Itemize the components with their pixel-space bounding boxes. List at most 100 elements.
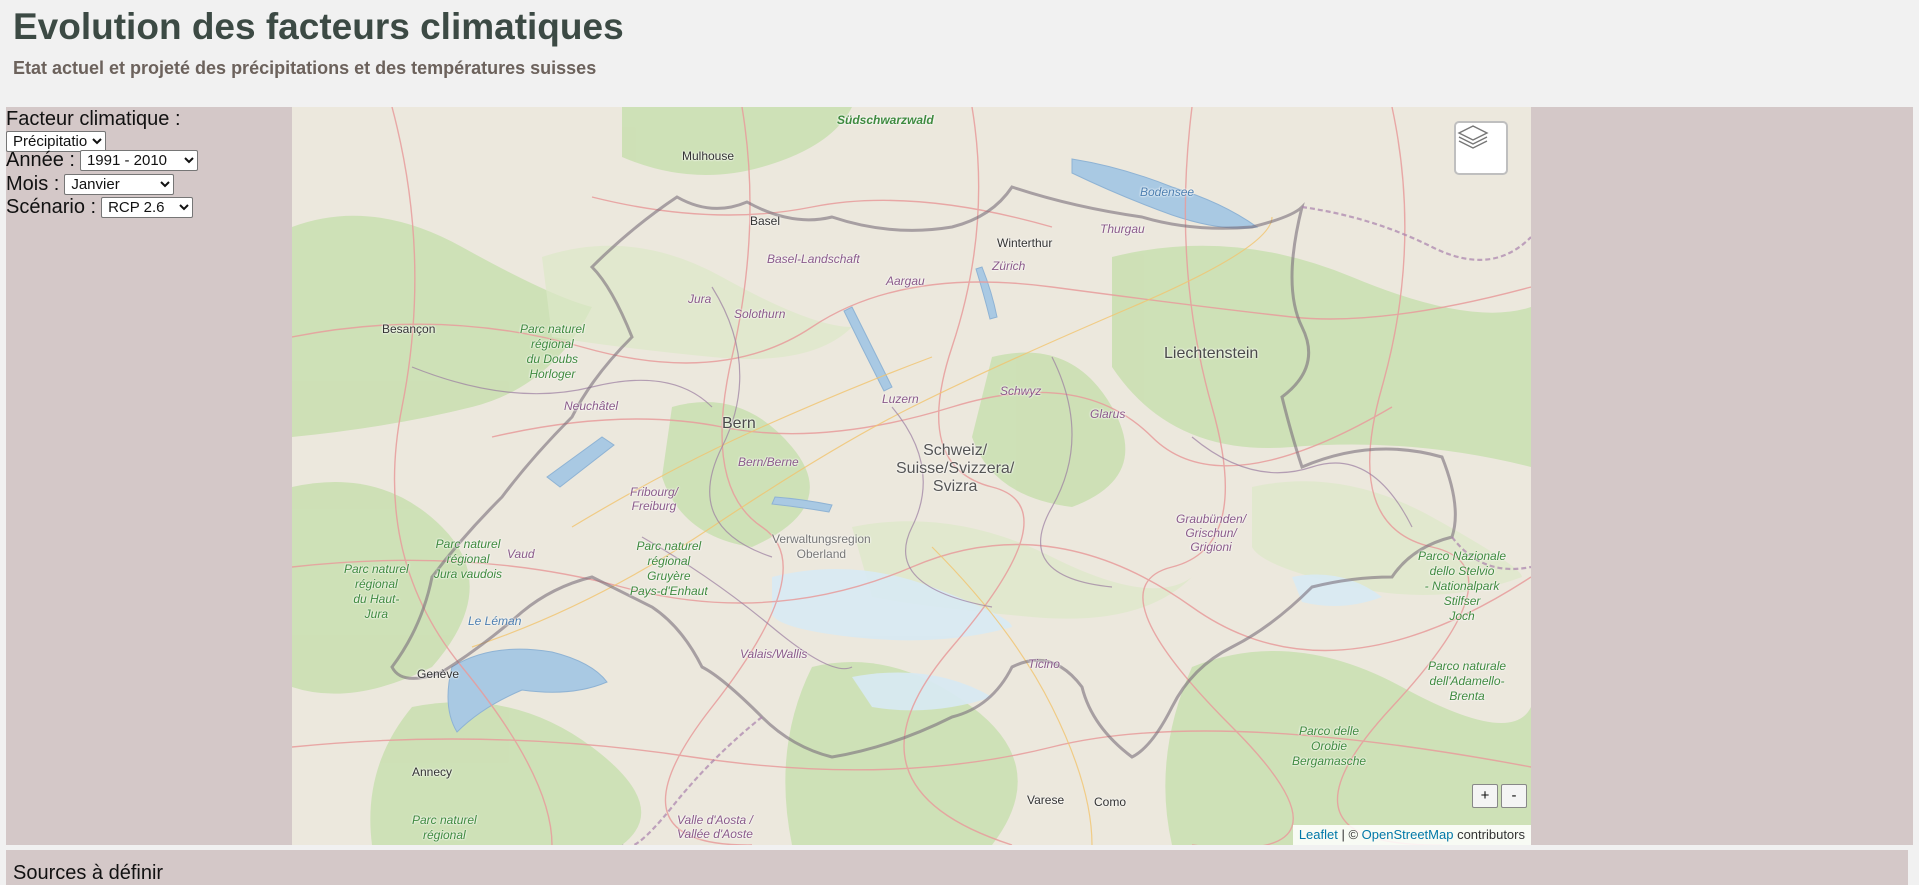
map-label-besancon: Besançon (382, 322, 436, 336)
page-title: Evolution des facteurs climatiques (13, 6, 624, 47)
map-view[interactable]: Südschwarzwald Mulhouse Basel Basel-Land… (292, 107, 1531, 845)
park-line: Joch (1449, 609, 1475, 623)
leaflet-link[interactable]: Leaflet (1299, 827, 1338, 842)
region-line: Grigioni (1190, 540, 1232, 554)
year-label: Année : (6, 148, 75, 171)
map-label-annecy-park: Parc naturel régional (412, 813, 477, 843)
year-select[interactable]: 1991 - 2010 (79, 149, 198, 171)
footer: Sources à définir (6, 850, 1908, 885)
map-label-bern: Bern (722, 415, 756, 432)
map-label-varese: Varese (1027, 793, 1065, 807)
region-line: Fribourg/ (630, 485, 679, 499)
map-label-graubunden: Graubünden/ Grischun/ Grigioni (1176, 512, 1246, 554)
park-line: Parco delle (1299, 724, 1360, 738)
page-subtitle: Etat actuel et projeté des précipitation… (13, 58, 597, 78)
map-label-mulhouse: Mulhouse (682, 149, 735, 163)
map-label-bern-berne: Bern/Berne (738, 455, 799, 469)
region-line: Graubünden/ (1176, 512, 1247, 526)
map-label-bodensee: Bodensee (1140, 185, 1195, 199)
map-label-winterthur: Winterthur (997, 236, 1053, 250)
region-line: Grischun/ (1185, 526, 1237, 540)
park-line: dell'Adamello- (1429, 674, 1505, 688)
scenario-label: Scénario : (6, 195, 97, 218)
park-line: Jura (364, 607, 389, 621)
page-header: Evolution des facteurs climatiques Etat … (0, 0, 1919, 105)
park-line: régional (355, 577, 398, 591)
main-panel: Facteur climatique : Précipitation Année… (6, 107, 1913, 845)
park-line: régional (647, 554, 691, 568)
park-line: du Doubs (526, 352, 579, 366)
park-line: Parc naturel (520, 322, 585, 336)
map-label-valais: Valais/Wallis (740, 647, 808, 661)
map-label-liechtenstein: Liechtenstein (1164, 345, 1259, 362)
park-line: - Nationalpark (1424, 579, 1500, 593)
factor-label: Facteur climatique : (6, 107, 181, 130)
map-label-zurich: Zürich (992, 259, 1026, 273)
park-line: Bergamasche (1292, 754, 1367, 768)
map-label-thurgau: Thurgau (1100, 222, 1145, 236)
park-line: Parc naturel (412, 813, 477, 827)
map-label-glarus: Glarus (1090, 407, 1126, 421)
park-line: Parco naturale (1428, 659, 1507, 673)
map-label-solothurn: Solothurn (734, 307, 786, 321)
map-label-luzern: Luzern (882, 392, 919, 406)
map-label-aargau: Aargau (886, 274, 925, 288)
map-label-como: Como (1094, 795, 1127, 809)
scenario-select[interactable]: RCP 2.6 (101, 196, 194, 218)
zoom-out-button[interactable]: - (1501, 784, 1527, 808)
map-label-le-leman: Le Léman (468, 614, 522, 628)
park-line: Orobie (1311, 739, 1348, 753)
map-label-sudschwarzwald: Südschwarzwald (837, 113, 934, 127)
layers-icon (1457, 125, 1489, 149)
map-label-aosta: Valle d'Aosta / Vallée d'Aoste (677, 813, 753, 841)
map-label-ticino: Ticino (1028, 657, 1060, 671)
map-label-geneve: Genève (417, 667, 460, 681)
park-line: Parco Nazionale (1418, 549, 1507, 563)
map-label-jura: Jura (688, 292, 712, 306)
park-line: régional (423, 828, 466, 842)
layers-control-button[interactable] (1454, 121, 1508, 175)
map-attribution: Leaflet | © OpenStreetMap contributors (1292, 825, 1531, 845)
sources-text: Sources à définir (13, 862, 164, 884)
map-label-doubs-park: Parc naturel régional du Doubs Horloger (520, 322, 585, 382)
park-line: Pays-d'Enhaut (630, 584, 708, 598)
park-line: Jura vaudois (434, 567, 503, 581)
map-label-oberland: Verwaltungsregion Oberland (772, 532, 871, 562)
region-line: Vallée d'Aoste (677, 827, 753, 841)
map-label-gruyere-park: Parc naturel régional Gruyère Pays-d'Enh… (630, 539, 708, 599)
map-label-fribourg: Fribourg/ Freiburg (630, 485, 678, 513)
map-label-stelvio-park: Parco Nazionale dello Stelvio - National… (1418, 549, 1506, 624)
region-line: Freiburg (631, 499, 677, 513)
attribution-separator: | © (1337, 827, 1362, 842)
country-line: Svizra (932, 478, 978, 495)
park-line: Parc naturel (344, 562, 409, 576)
map-label-vaud: Vaud (507, 547, 535, 561)
park-line: Stilfser (1443, 594, 1481, 608)
zoom-control: + - (1472, 784, 1527, 808)
park-line: Gruyère (647, 569, 691, 583)
park-line: Parc naturel (636, 539, 702, 553)
park-line: du Haut- (353, 592, 400, 606)
region-line: Oberland (796, 547, 847, 561)
map-label-basel: Basel (750, 214, 781, 228)
map-label-schwyz: Schwyz (1000, 384, 1042, 398)
park-line: Parc naturel (435, 537, 501, 551)
region-line: Valle d'Aosta / (677, 813, 753, 827)
month-label: Mois : (6, 172, 60, 195)
map-label-neuchatel: Neuchâtel (564, 399, 619, 413)
map-label-annecy: Annecy (412, 765, 453, 779)
map-label-adamello-park: Parco naturale dell'Adamello- Brenta (1428, 659, 1506, 704)
park-line: Horloger (529, 367, 576, 381)
park-line: dello Stelvio (1429, 564, 1495, 578)
attribution-suffix: contributors (1453, 827, 1525, 842)
park-line: régional (446, 552, 490, 566)
zoom-in-button[interactable]: + (1472, 784, 1498, 808)
month-select[interactable]: Janvier (64, 173, 175, 195)
park-line: régional (531, 337, 574, 351)
map-label-switzerland: Schweiz/ Suisse/Svizzera/ Svizra (896, 442, 1014, 496)
map-label-basel-landschaft: Basel-Landschaft (767, 252, 860, 266)
park-line: Brenta (1449, 689, 1485, 703)
osm-link[interactable]: OpenStreetMap (1362, 827, 1454, 842)
map-label-haut-jura-park: Parc naturel régional du Haut- Jura (344, 562, 409, 622)
country-line: Suisse/Svizzera/ (896, 460, 1015, 477)
